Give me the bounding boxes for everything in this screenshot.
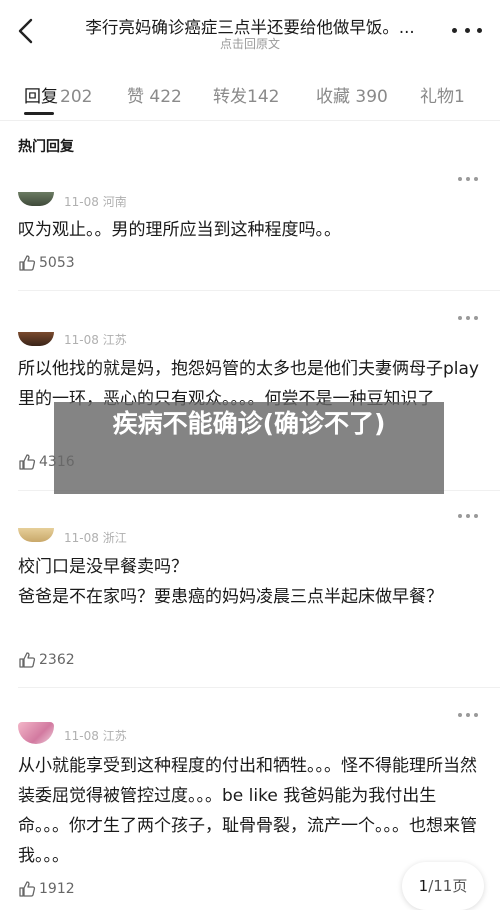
comment-meta: 11-08 江苏 <box>64 333 127 347</box>
dot-icon <box>458 177 462 181</box>
comment-more-button[interactable] <box>458 176 478 182</box>
page-indicator[interactable]: 1/11页 <box>402 862 484 910</box>
dot-icon <box>474 713 478 717</box>
comment-text: 叹为观止。。男的理所应当到这种程度吗。。 <box>18 220 341 240</box>
caption-overlay: 疾病不能确诊(确诊不了) <box>54 402 444 494</box>
like-button[interactable]: 5053 <box>18 254 75 272</box>
active-tab-indicator <box>24 112 54 115</box>
more-menu-button[interactable] <box>452 20 482 40</box>
back-button[interactable] <box>14 16 38 46</box>
top-bar: 李行亮妈确诊癌症三点半还要给他做早饭。... 点击回原文 <box>0 0 500 66</box>
dot-icon <box>466 514 470 518</box>
comment-meta: 11-08 江苏 <box>64 729 127 743</box>
dot-icon <box>474 316 478 320</box>
comment-meta: 11-08 浙江 <box>64 531 127 545</box>
dot-icon <box>466 316 470 320</box>
caption-text: 疾病不能确诊(确诊不了) <box>112 409 386 438</box>
comment-meta: 11-08 河南 <box>64 195 127 209</box>
tab-replies[interactable]: 回复 202 <box>24 82 92 107</box>
comment-more-button[interactable] <box>458 513 478 519</box>
dot-icon <box>466 713 470 717</box>
divider <box>18 290 500 291</box>
avatar[interactable] <box>18 528 54 542</box>
dot-icon <box>466 177 470 181</box>
dot-icon <box>458 713 462 717</box>
tab-gifts[interactable]: 礼物1 <box>420 82 465 107</box>
avatar[interactable] <box>18 192 54 206</box>
thumbs-up-icon <box>19 454 36 470</box>
dot-icon <box>458 514 462 518</box>
dot-icon <box>474 177 478 181</box>
tab-reposts[interactable]: 转发142 <box>213 82 279 107</box>
avatar[interactable] <box>18 332 54 346</box>
back-to-original-link[interactable]: 点击回原文 <box>60 35 440 52</box>
hot-replies-heading: 热门回复 <box>18 139 74 155</box>
dot-icon <box>477 27 482 33</box>
chevron-left-icon <box>18 18 33 44</box>
tab-likes[interactable]: 赞 422 <box>127 82 182 107</box>
tab-bar: 回复 202 赞 422 转发142 收藏 390 礼物1 <box>0 66 500 121</box>
thumbs-up-icon <box>19 255 36 271</box>
comment-more-button[interactable] <box>458 712 478 718</box>
thumbs-up-icon <box>19 881 36 897</box>
thumbs-up-icon <box>19 652 36 668</box>
comment-text: 从小就能享受到这种程度的付出和牺牲。。。怪不得能理所当然装委屈觉得被管控过度。。… <box>18 756 477 866</box>
dot-icon <box>474 514 478 518</box>
avatar[interactable] <box>18 722 54 744</box>
like-button[interactable]: 1912 <box>18 880 75 898</box>
divider <box>18 687 500 688</box>
dot-icon <box>452 27 457 33</box>
dot-icon <box>464 27 470 33</box>
comment-more-button[interactable] <box>458 315 478 321</box>
comment-text: 校门口是没早餐卖吗？ 爸爸是不在家吗？要患癌的妈妈凌晨三点半起床做早餐？ <box>18 557 443 607</box>
tab-favorites[interactable]: 收藏 390 <box>316 82 388 107</box>
dot-icon <box>458 316 462 320</box>
like-button[interactable]: 2362 <box>18 651 75 669</box>
